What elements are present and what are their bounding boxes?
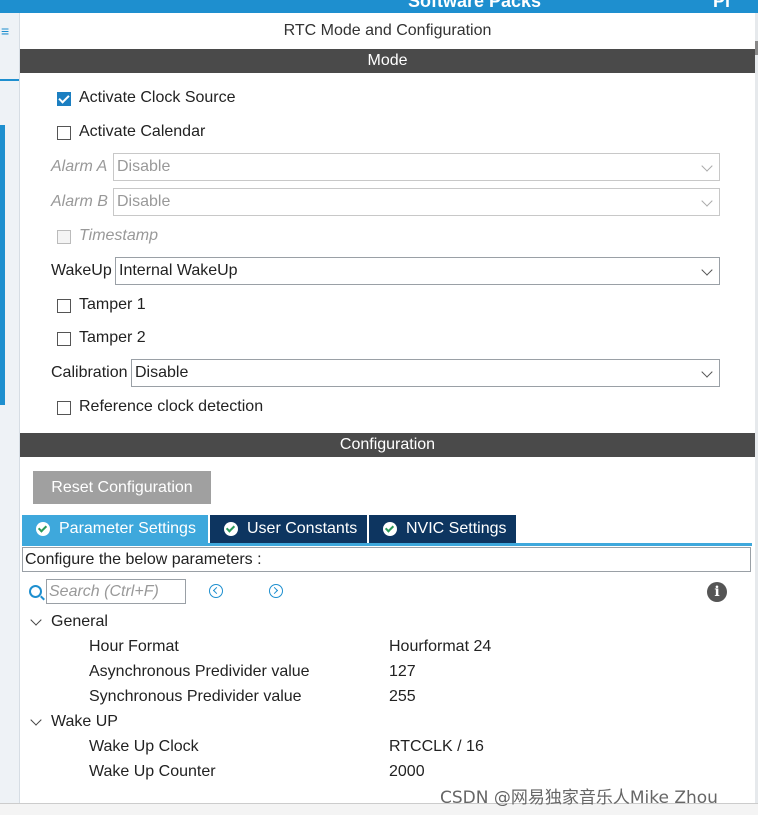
activate-clock-source-checkbox[interactable]: [57, 92, 71, 106]
left-scrollbar[interactable]: [0, 125, 5, 405]
config-description: Configure the below parameters :: [22, 547, 751, 572]
alarm-b-label: Alarm B: [51, 193, 108, 210]
left-sidebar-edge: ≡: [0, 13, 20, 803]
param-wakeup-counter-value[interactable]: 2000: [389, 761, 425, 783]
chevron-down-icon: [701, 160, 713, 172]
wakeup-value: Internal WakeUp: [119, 262, 238, 279]
mode-header: Mode: [20, 49, 755, 73]
left-divider: [0, 79, 19, 81]
tab-user-constants[interactable]: User Constants: [210, 515, 367, 543]
activate-clock-source-label: Activate Clock Source: [79, 89, 236, 106]
alarm-a-select[interactable]: Disable: [113, 153, 720, 181]
group-general[interactable]: General: [51, 611, 108, 633]
calibration-value: Disable: [135, 364, 189, 381]
tab-label: Parameter Settings: [59, 520, 196, 537]
previous-result-icon[interactable]: [209, 584, 223, 598]
tab-underline: [22, 543, 752, 546]
tamper2-checkbox[interactable]: [57, 332, 71, 346]
param-hour-format-value[interactable]: Hourformat 24: [389, 636, 491, 658]
tab-parameter-settings[interactable]: Parameter Settings: [22, 515, 208, 543]
wakeup-select[interactable]: Internal WakeUp: [115, 257, 720, 285]
param-sync-prediv-name: Synchronous Predivider value: [89, 688, 302, 705]
collapse-icon[interactable]: ≡: [1, 23, 9, 39]
tamper1-label: Tamper 1: [79, 296, 146, 313]
tab-label: User Constants: [247, 520, 358, 537]
tab-label: NVIC Settings: [406, 520, 507, 537]
wakeup-label: WakeUp: [51, 262, 112, 279]
watermark: CSDN @网易独家音乐人Mike Zhou: [440, 788, 718, 808]
chevron-down-icon: [701, 195, 713, 207]
check-circle-icon: [224, 522, 238, 536]
info-icon[interactable]: i: [707, 582, 727, 602]
alarm-b-select[interactable]: Disable: [113, 188, 720, 216]
search-icon: [29, 585, 42, 598]
activate-calendar-checkbox[interactable]: [57, 126, 71, 140]
param-wakeup-counter-name: Wake Up Counter: [89, 763, 216, 780]
panel-title: RTC Mode and Configuration: [283, 22, 492, 39]
pinout-menu[interactable]: Pi: [713, 0, 730, 12]
param-hour-format-name: Hour Format: [89, 638, 179, 655]
top-toolbar: Software Packs Pi: [0, 0, 758, 13]
param-wakeup-clock-name: Wake Up Clock: [89, 738, 199, 755]
tamper1-checkbox[interactable]: [57, 299, 71, 313]
chevron-down-icon[interactable]: [30, 614, 42, 626]
chevron-down-icon[interactable]: [30, 714, 42, 726]
software-packs-menu[interactable]: Software Packs: [408, 0, 541, 12]
timestamp-label: Timestamp: [79, 227, 158, 244]
search-input[interactable]: [46, 579, 186, 604]
activate-calendar-label: Activate Calendar: [79, 123, 206, 140]
reset-configuration-button[interactable]: Reset Configuration: [33, 471, 211, 504]
configuration-header: Configuration: [20, 433, 755, 457]
check-circle-icon: [36, 522, 50, 536]
timestamp-checkbox[interactable]: [57, 230, 71, 244]
reference-clock-checkbox[interactable]: [57, 401, 71, 415]
param-async-prediv-value[interactable]: 127: [389, 661, 416, 683]
calibration-select[interactable]: Disable: [131, 359, 720, 387]
alarm-a-label: Alarm A: [51, 158, 108, 175]
reference-clock-label: Reference clock detection: [79, 398, 264, 415]
check-circle-icon: [383, 522, 397, 536]
alarm-b-value: Disable: [117, 193, 171, 210]
chevron-down-icon: [701, 264, 713, 276]
param-wakeup-clock-value[interactable]: RTCCLK / 16: [389, 736, 484, 758]
tab-nvic-settings[interactable]: NVIC Settings: [369, 515, 516, 543]
group-wake-up[interactable]: Wake UP: [51, 711, 118, 733]
next-result-icon[interactable]: [269, 584, 283, 598]
tamper2-label: Tamper 2: [79, 329, 146, 346]
alarm-a-value: Disable: [117, 158, 171, 175]
param-async-prediv-name: Asynchronous Predivider value: [89, 663, 310, 680]
param-sync-prediv-value[interactable]: 255: [389, 686, 416, 708]
chevron-down-icon: [701, 366, 713, 378]
calibration-label: Calibration: [51, 364, 128, 381]
